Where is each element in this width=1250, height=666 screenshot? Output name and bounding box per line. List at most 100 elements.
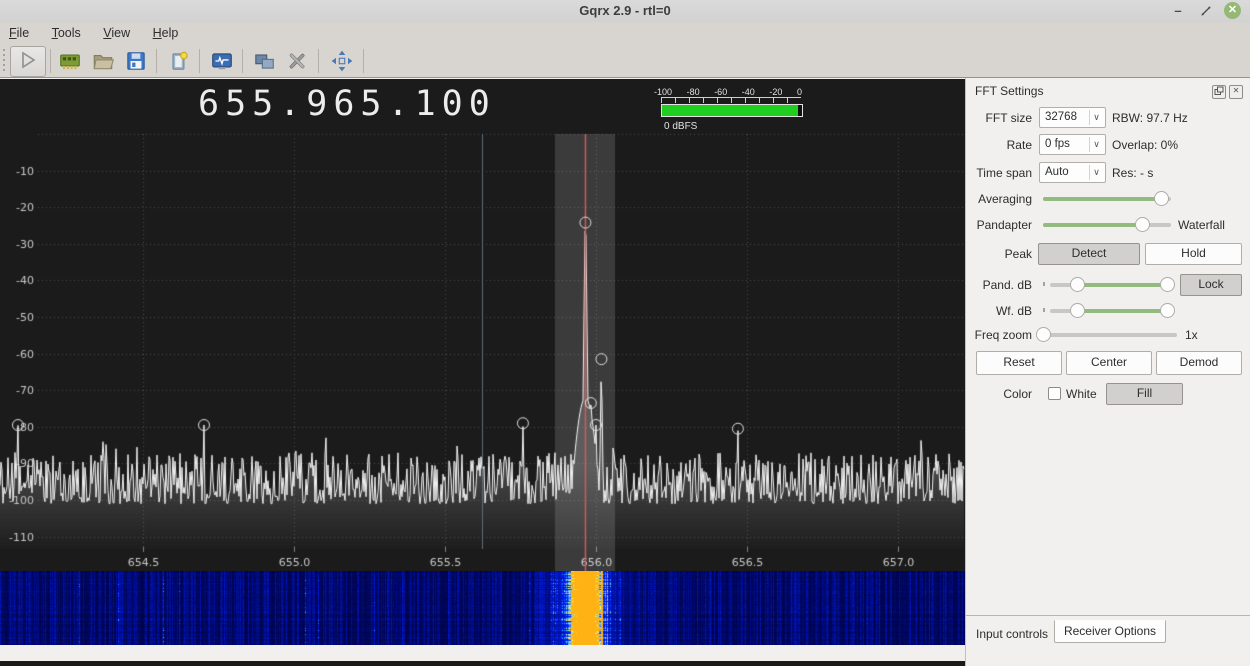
white-checkbox-label: White — [1066, 387, 1097, 401]
center-button[interactable]: Center — [1066, 351, 1152, 375]
wf-db-range-slider[interactable] — [1050, 303, 1176, 318]
waterfall-display[interactable] — [0, 571, 965, 645]
slider-handle[interactable] — [1035, 327, 1051, 342]
peak-row: Peak Detect Hold — [966, 243, 1250, 265]
fft-size-combo[interactable]: 32768 ∨ — [1039, 107, 1106, 128]
window-title: Gqrx 2.9 - rtl=0 — [579, 3, 671, 18]
lock-button[interactable]: Lock — [1180, 274, 1242, 296]
peak-detect-button[interactable]: Detect — [1038, 243, 1140, 265]
fill-button[interactable]: Fill — [1106, 383, 1183, 405]
tab-receiver-options[interactable]: Receiver Options — [1054, 620, 1166, 643]
dsp-display-button[interactable] — [210, 49, 234, 73]
frequency-display[interactable]: 655.965.100 — [198, 84, 496, 124]
bookmark-icon — [172, 51, 188, 70]
freq-zoom-slider[interactable] — [1035, 327, 1177, 342]
fft-size-label: FFT size — [985, 111, 1032, 125]
meter-ticks — [661, 97, 801, 103]
chevron-down-icon: ∨ — [1089, 137, 1103, 152]
menubar: File Tools View Help — [0, 22, 1250, 44]
range-handle-high[interactable] — [1160, 277, 1176, 292]
demod-button[interactable]: Demod — [1156, 351, 1242, 375]
tab-input-controls[interactable]: Input controls — [976, 627, 1048, 641]
meter-bar — [661, 104, 803, 117]
plot-buttons-row: Reset Center Demod — [966, 351, 1250, 375]
start-dsp-button[interactable] — [10, 46, 46, 77]
reset-button[interactable]: Reset — [976, 351, 1062, 375]
range-handle-high[interactable] — [1160, 303, 1176, 318]
time-span-row: Time span Auto ∨ Res: - s — [966, 162, 1250, 184]
menu-view[interactable]: View — [94, 22, 139, 43]
minimize-button[interactable]: – — [1170, 3, 1186, 19]
color-row: Color White Fill — [966, 383, 1250, 405]
remote-computers-icon — [255, 54, 274, 69]
averaging-row: Averaging — [966, 188, 1250, 210]
save-icon — [127, 52, 145, 70]
meter-scale: -100 -80 -60 -40 -20 0 — [654, 87, 802, 97]
time-span-combo[interactable]: Auto ∨ — [1039, 162, 1106, 183]
wf-db-row: Wf. dB — [966, 300, 1250, 322]
peak-hold-button[interactable]: Hold — [1145, 243, 1242, 265]
averaging-label: Averaging — [978, 192, 1032, 206]
close-button[interactable]: ✕ — [1224, 2, 1241, 19]
range-handle-low[interactable] — [1069, 303, 1085, 318]
monitor-wave-icon — [212, 53, 232, 70]
freq-zoom-row: Freq zoom 1x — [966, 324, 1250, 346]
bottom-margin — [0, 645, 965, 661]
bookmarks-button[interactable] — [167, 49, 191, 73]
folder-open-icon — [93, 55, 115, 70]
titlebar: Gqrx 2.9 - rtl=0 – ✕ — [0, 0, 1250, 22]
averaging-slider[interactable] — [1043, 191, 1171, 206]
configure-io-devices-button[interactable] — [58, 49, 82, 73]
spectrum-plot[interactable] — [0, 79, 965, 571]
fullscreen-button[interactable] — [330, 49, 354, 73]
dock-float-button[interactable] — [1212, 85, 1226, 99]
device-icon — [60, 54, 80, 70]
slider-tick — [1043, 282, 1045, 286]
slider-handle[interactable] — [1153, 191, 1169, 206]
waterfall-label: Waterfall — [1178, 218, 1225, 232]
toolbar-grip[interactable] — [3, 49, 5, 73]
chevron-down-icon: ∨ — [1089, 165, 1103, 180]
pandapter-split-slider[interactable] — [1043, 217, 1171, 232]
color-label: Color — [1003, 387, 1032, 401]
peak-label: Peak — [1004, 247, 1032, 261]
fft-size-row: FFT size 32768 ∨ RBW: 97.7 Hz — [966, 107, 1250, 129]
dock-close-button[interactable]: ✕ — [1229, 85, 1243, 99]
dock-panel: FFT Settings ✕ FFT size 32768 ∨ RBW: 97.… — [965, 78, 1250, 666]
menu-file[interactable]: File — [0, 22, 38, 43]
pand-db-label: Pand. dB — [982, 278, 1032, 292]
toolbar — [0, 44, 1250, 78]
res-info: Res: - s — [1112, 166, 1154, 180]
pandapter — [0, 79, 965, 571]
fft-settings-dock: FFT Settings ✕ FFT size 32768 ∨ RBW: 97.… — [966, 78, 1250, 616]
pand-db-range-slider[interactable] — [1050, 277, 1176, 292]
menu-help[interactable]: Help — [144, 22, 188, 43]
rate-label: Rate — [1006, 138, 1032, 152]
wf-db-label: Wf. dB — [995, 304, 1032, 318]
fullscreen-arrows-icon — [331, 50, 353, 72]
remote-control-settings-button[interactable] — [285, 49, 309, 73]
tools-icon — [289, 53, 305, 69]
range-handle-low[interactable] — [1069, 277, 1085, 292]
slider-handle[interactable] — [1134, 217, 1150, 232]
float-icon — [1214, 86, 1224, 95]
pand-db-row: Pand. dB Lock — [966, 274, 1250, 296]
maximize-icon — [1201, 6, 1211, 16]
menu-tools[interactable]: Tools — [43, 22, 90, 43]
play-icon — [22, 51, 36, 69]
signal-meter: -100 -80 -60 -40 -20 0 0 dBFS — [652, 87, 804, 132]
dock-title: FFT Settings — [975, 84, 1044, 98]
rate-combo[interactable]: 0 fps ∨ — [1039, 134, 1106, 155]
pandapter-label: Pandapter — [976, 218, 1032, 232]
pandapter-row: Pandapter Waterfall — [966, 214, 1250, 236]
time-span-label: Time span — [976, 166, 1032, 180]
remote-control-button[interactable] — [252, 49, 276, 73]
freq-zoom-label: Freq zoom — [974, 328, 1032, 342]
load-settings-button[interactable] — [91, 49, 115, 73]
maximize-button[interactable] — [1198, 3, 1214, 19]
save-settings-button[interactable] — [124, 49, 148, 73]
white-checkbox[interactable] — [1048, 387, 1061, 400]
close-icon: ✕ — [1232, 86, 1240, 95]
rate-row: Rate 0 fps ∨ Overlap: 0% — [966, 134, 1250, 156]
zoom-level-value: 1x — [1185, 328, 1198, 342]
